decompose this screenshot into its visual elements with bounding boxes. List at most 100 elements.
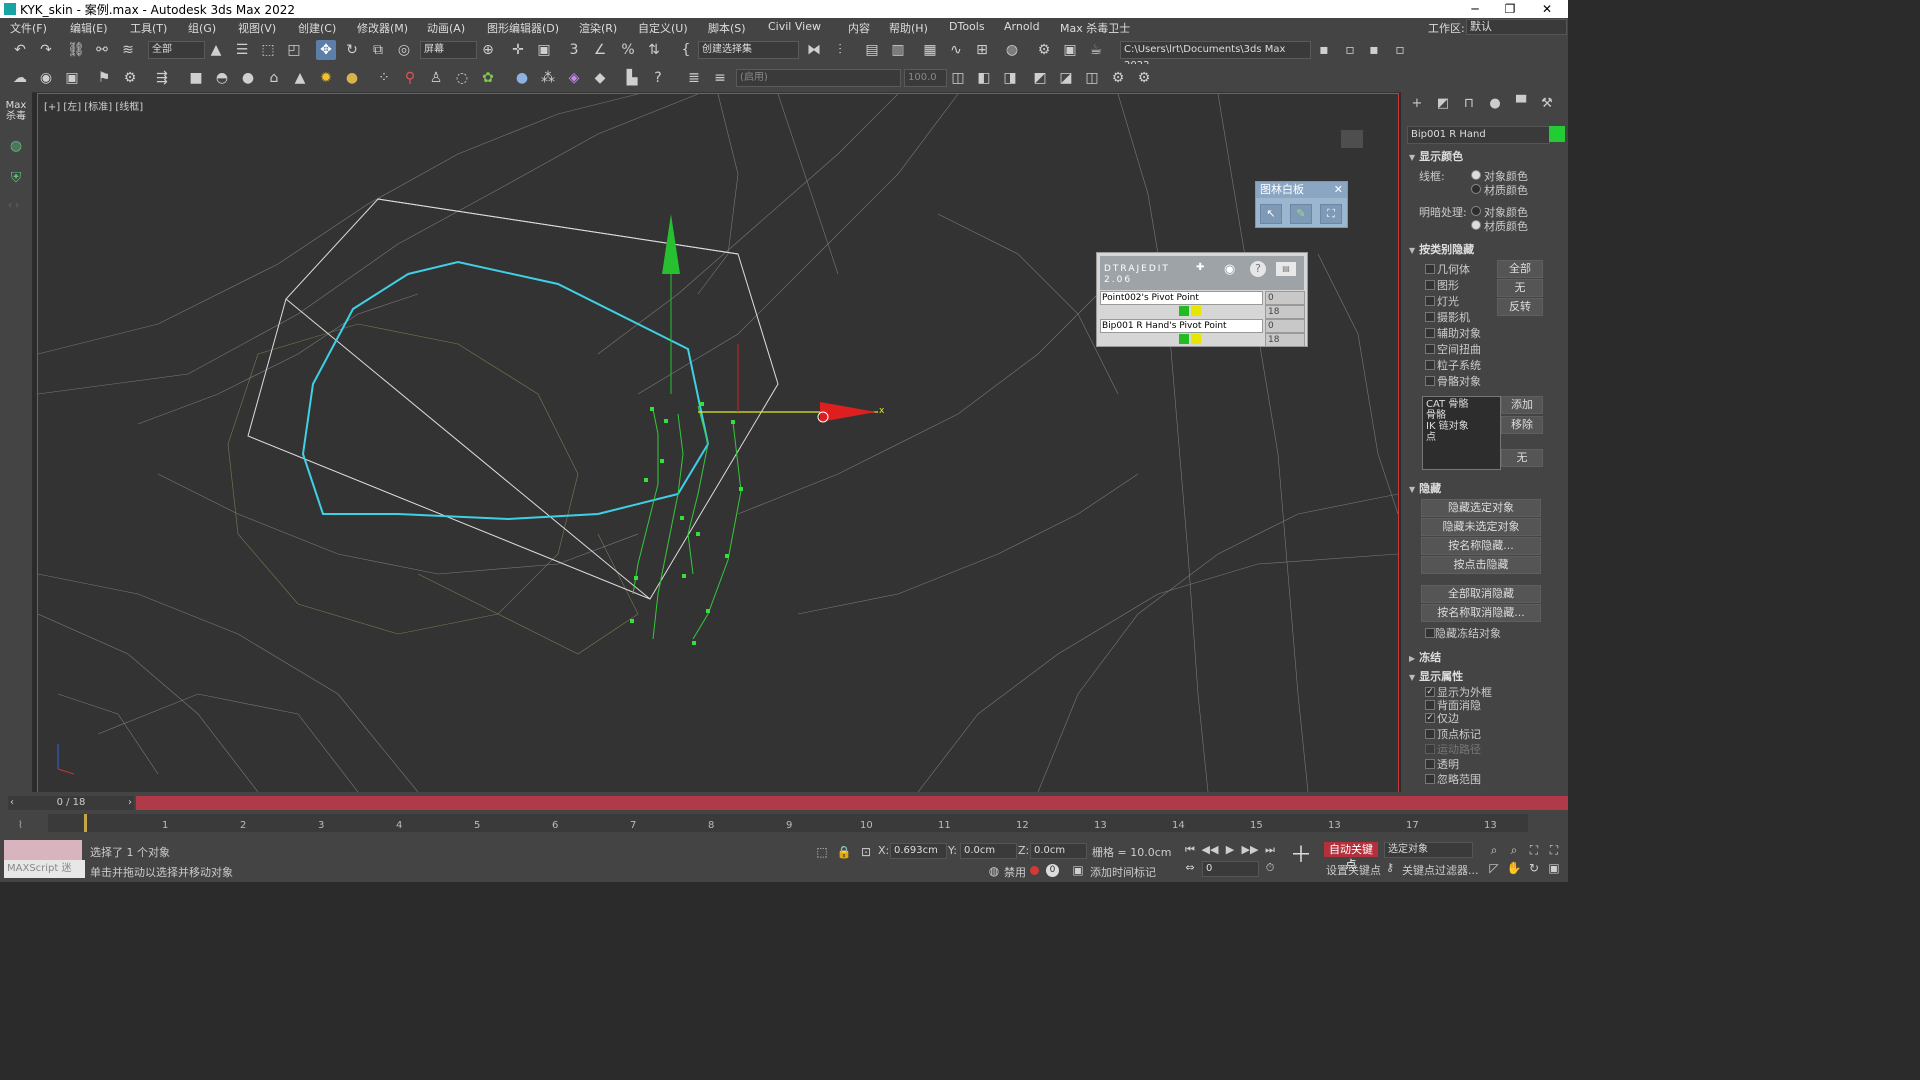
render-setup-icon[interactable]: ⚙ bbox=[1034, 40, 1054, 60]
slider-next-icon[interactable]: › bbox=[128, 796, 132, 810]
render-region-icon[interactable]: ▙ bbox=[622, 68, 642, 88]
brush-icon[interactable]: ✎ bbox=[1290, 204, 1312, 224]
teapot-prim-icon[interactable]: ⌂ bbox=[264, 68, 284, 88]
traj-row-start-field[interactable]: 0 bbox=[1265, 291, 1305, 305]
ref-coord-dropdown[interactable]: 屏幕 bbox=[420, 41, 477, 59]
bind-spacewarp-icon[interactable]: ≋ bbox=[118, 40, 138, 60]
antivirus-scan-icon[interactable]: ◍ bbox=[6, 136, 26, 156]
color-swatch-green[interactable] bbox=[1179, 306, 1189, 316]
object-display-icon[interactable]: ⚙ bbox=[120, 68, 140, 88]
menu-rendering[interactable]: 渲染(R) bbox=[579, 20, 617, 36]
snapshot-icon[interactable]: ▣ bbox=[62, 68, 82, 88]
layer-explorer-icon[interactable]: ▥ bbox=[888, 40, 908, 60]
menu-tools[interactable]: 工具(T) bbox=[130, 20, 167, 36]
collapse-arrows-icon[interactable]: ‹ › bbox=[8, 200, 19, 211]
menu-animation[interactable]: 动画(A) bbox=[427, 20, 465, 36]
current-frame-field[interactable]: 0 bbox=[1202, 861, 1259, 877]
category-checkbox[interactable] bbox=[1425, 328, 1435, 338]
layer-dropdown[interactable]: (启用) bbox=[736, 69, 901, 87]
menu-modifiers[interactable]: 修改器(M) bbox=[357, 20, 408, 36]
zoom-extents-all-icon[interactable]: ⛶ bbox=[1544, 840, 1564, 860]
window-crossing-icon[interactable]: ◰ bbox=[284, 40, 304, 60]
go-to-end-icon[interactable]: ⏭ bbox=[1260, 840, 1280, 860]
snap-3d-icon[interactable]: 3 bbox=[564, 40, 584, 60]
menu-customize[interactable]: 自定义(U) bbox=[638, 20, 688, 36]
viewport-left[interactable]: [+] [左] [标准] [线框] x bbox=[37, 93, 1399, 793]
display-prop-checkbox[interactable] bbox=[1425, 729, 1435, 739]
menu-group[interactable]: 组(G) bbox=[188, 20, 216, 36]
key-filter-icon[interactable]: ⚷ bbox=[1380, 858, 1400, 878]
unhide-by-name-button[interactable]: 按名称取消隐藏... bbox=[1421, 604, 1541, 622]
project-path-dropdown[interactable]: C:\Users\lrt\Documents\3ds Max 2022 bbox=[1120, 41, 1311, 71]
layer-add-icon[interactable]: ◫ bbox=[948, 68, 968, 88]
particle-icon[interactable]: ⁘ bbox=[374, 68, 394, 88]
layer-render-icon[interactable]: ◫ bbox=[1082, 68, 1102, 88]
angle-snap-icon[interactable]: ∠ bbox=[590, 40, 610, 60]
category-all-button[interactable]: 全部 bbox=[1497, 260, 1543, 278]
eye-icon[interactable]: ◉ bbox=[1224, 262, 1235, 277]
percent-snap-icon[interactable]: % bbox=[618, 40, 638, 60]
select-by-name-icon[interactable]: ☰ bbox=[232, 40, 252, 60]
display-tab-icon[interactable]: ▀ bbox=[1511, 96, 1531, 112]
shaded-material-color-radio[interactable] bbox=[1471, 220, 1481, 230]
shaded-object-color-radio[interactable] bbox=[1471, 206, 1481, 216]
category-list[interactable]: CAT 骨骼 骨骼 IK 链对象 点 bbox=[1422, 396, 1501, 470]
pointer-icon[interactable]: ↖ bbox=[1260, 204, 1282, 224]
category-checkbox[interactable] bbox=[1425, 264, 1435, 274]
isolate-icon[interactable]: ⬚ bbox=[812, 842, 832, 862]
omni-light-icon[interactable]: ● bbox=[342, 68, 362, 88]
shield-icon[interactable]: ⛨ bbox=[6, 168, 26, 188]
next-frame-icon[interactable]: ▶▶ bbox=[1240, 840, 1260, 860]
menu-file[interactable]: 文件(F) bbox=[10, 20, 47, 36]
foliage-icon[interactable]: ✿ bbox=[478, 68, 498, 88]
anim-pad-close-button[interactable]: ✕ bbox=[1334, 183, 1343, 196]
hemisphere-icon[interactable]: ◓ bbox=[212, 68, 232, 88]
slider-prev-icon[interactable]: ‹ bbox=[10, 796, 14, 810]
section-display-props[interactable]: ▼ 显示属性 bbox=[1409, 668, 1463, 684]
open-project-icon[interactable]: ▫ bbox=[1340, 40, 1360, 60]
settings-icon[interactable]: ▤ bbox=[1276, 262, 1296, 276]
selection-filter-dropdown[interactable]: 全部 bbox=[148, 41, 205, 59]
layer-remove-icon[interactable]: ◧ bbox=[974, 68, 994, 88]
key-filters-button[interactable]: 关键点过滤器... bbox=[1402, 862, 1479, 878]
hide-selected-button[interactable]: 隐藏选定对象 bbox=[1421, 499, 1541, 517]
list-item[interactable]: CAT 骨骼 bbox=[1426, 399, 1497, 410]
menu-arnold[interactable]: Arnold bbox=[1004, 20, 1040, 33]
menu-edit[interactable]: 编辑(E) bbox=[70, 20, 108, 36]
project-folder-icon[interactable]: ▪ bbox=[1314, 40, 1334, 60]
camera-view-icon[interactable]: ◉ bbox=[36, 68, 56, 88]
orbit-icon[interactable]: ↻ bbox=[1524, 858, 1544, 878]
modify-tab-icon[interactable]: ◩ bbox=[1433, 96, 1453, 112]
section-freeze[interactable]: ▶ 冻结 bbox=[1409, 649, 1441, 665]
scatter-icon[interactable]: ⁂ bbox=[538, 68, 558, 88]
layer-props-icon[interactable]: ⚙ bbox=[1108, 68, 1128, 88]
object-name-field[interactable]: Bip001 R Hand bbox=[1407, 126, 1550, 144]
close-button[interactable]: ✕ bbox=[1532, 0, 1562, 18]
maximize-button[interactable]: ❐ bbox=[1495, 0, 1525, 18]
motion-tab-icon[interactable]: ● bbox=[1485, 96, 1505, 112]
color-swatch-yellow[interactable] bbox=[1191, 334, 1201, 344]
layers-icon[interactable]: ≣ bbox=[684, 68, 704, 88]
zoom-all-icon[interactable]: ⌕ bbox=[1504, 840, 1524, 860]
time-slider[interactable]: ‹ 0 / 18 › bbox=[8, 796, 134, 810]
menu-dtools[interactable]: DTools bbox=[949, 20, 985, 33]
expand-icon[interactable]: ✚ bbox=[1196, 262, 1204, 273]
category-invert-button[interactable]: 反转 bbox=[1497, 298, 1543, 316]
hierarchy-tab-icon[interactable]: ⊓ bbox=[1459, 96, 1479, 112]
help-icon[interactable]: ? bbox=[1250, 261, 1266, 277]
maxscript-input[interactable]: MAXScript 迷 bbox=[4, 860, 85, 878]
fov-icon[interactable]: ◸ bbox=[1484, 858, 1504, 878]
keyboard-shortcut-icon[interactable]: ▣ bbox=[534, 40, 554, 60]
link-icon[interactable]: ⛓ bbox=[66, 40, 86, 60]
display-prop-checkbox[interactable] bbox=[1425, 774, 1435, 784]
help-icon[interactable]: ? bbox=[648, 68, 668, 88]
menu-view[interactable]: 视图(V) bbox=[238, 20, 276, 36]
viewport-label[interactable]: [+] [左] [标准] [线框] bbox=[44, 98, 143, 113]
spinner-snap-icon[interactable]: ⇅ bbox=[644, 40, 664, 60]
project-settings-icon[interactable]: ▫ bbox=[1390, 40, 1410, 60]
category-checkbox[interactable] bbox=[1425, 376, 1435, 386]
render-icon[interactable]: ☕ bbox=[1086, 40, 1106, 60]
bone-icon[interactable]: ⚲ bbox=[400, 68, 420, 88]
traj-row-end-field[interactable]: 18 bbox=[1265, 333, 1305, 347]
schematic-view-icon[interactable]: ⊞ bbox=[972, 40, 992, 60]
